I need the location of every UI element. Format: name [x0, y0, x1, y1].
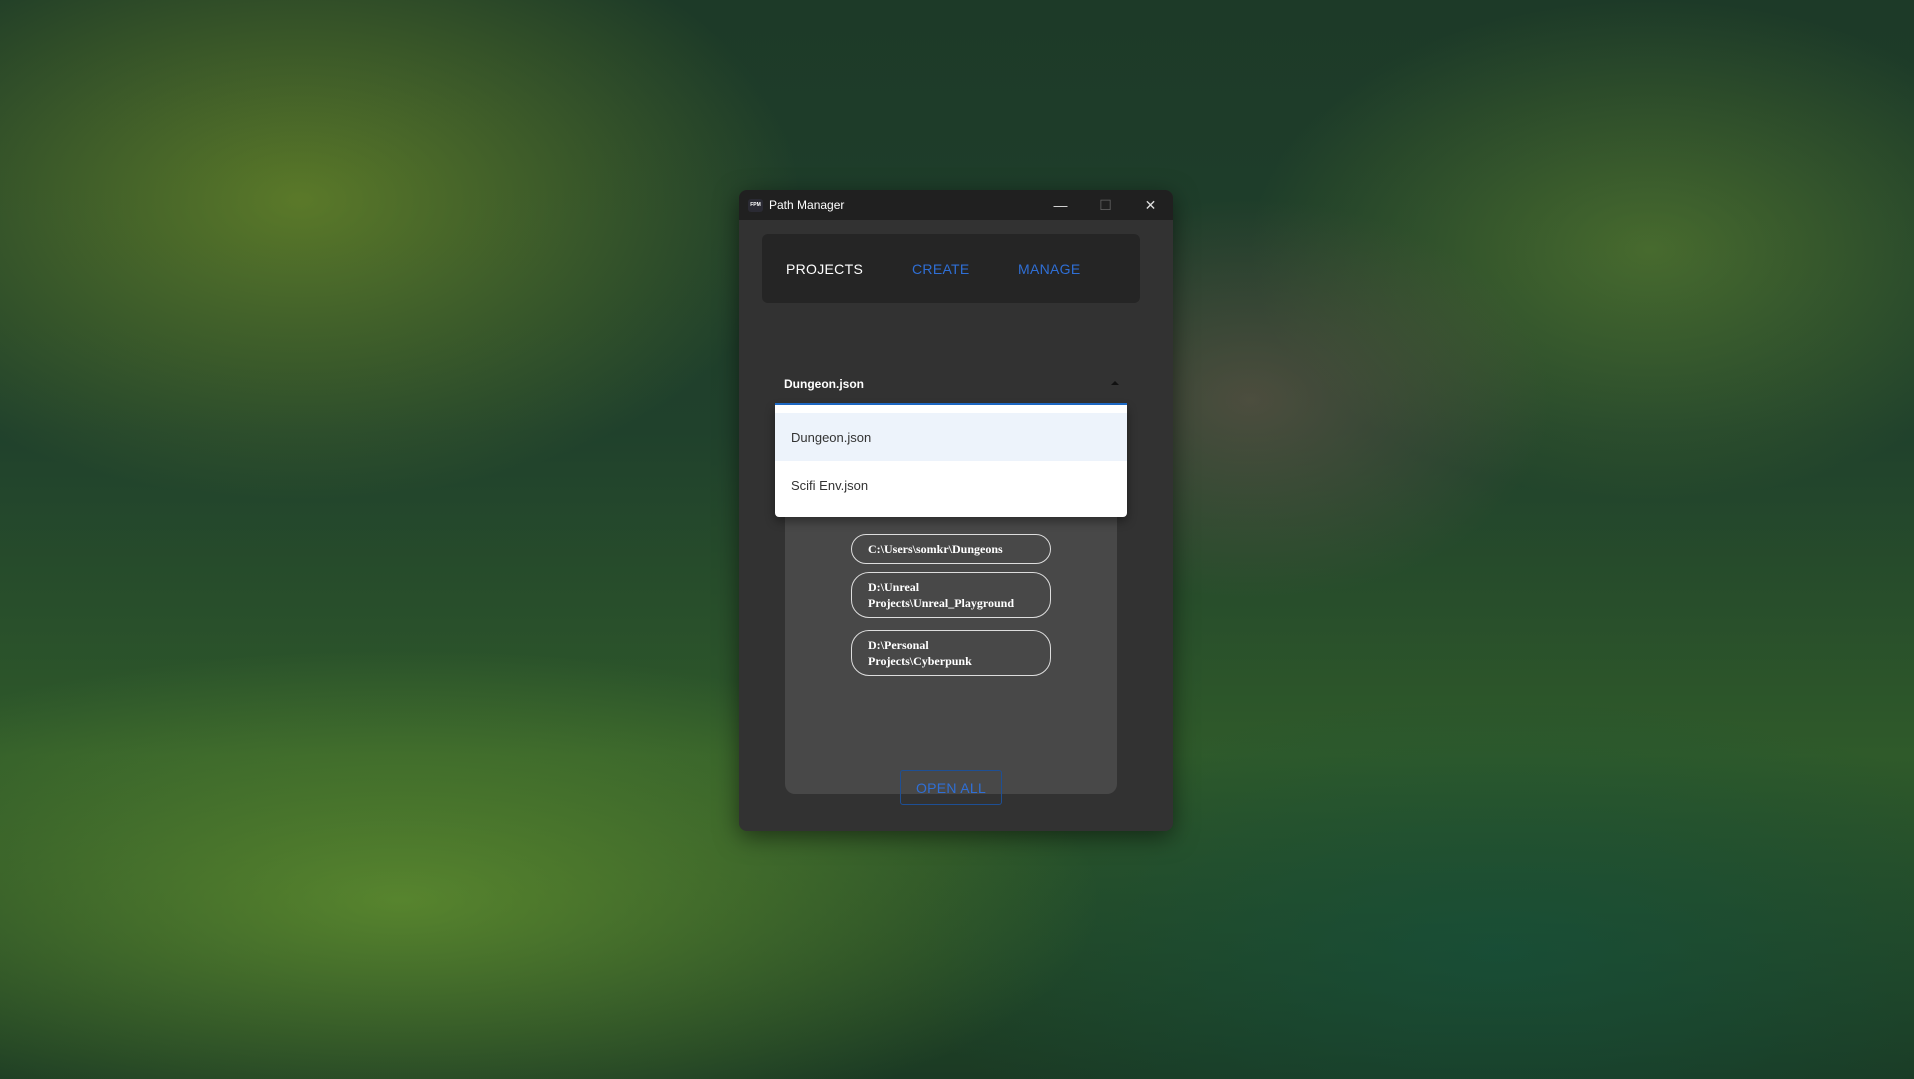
close-button[interactable]: ✕ [1128, 190, 1173, 220]
nav-bar: PROJECTS CREATE MANAGE [762, 234, 1140, 303]
app-icon: FPM [748, 198, 763, 212]
tab-create[interactable]: CREATE [912, 261, 970, 277]
project-select[interactable]: Dungeon.json [775, 368, 1127, 405]
path-button[interactable]: D:\Personal Projects\Cyberpunk [851, 630, 1051, 676]
path-button[interactable]: D:\Unreal Projects\Unreal_Playground [851, 572, 1051, 618]
maximize-button[interactable]: ☐ [1083, 190, 1128, 220]
title-bar[interactable]: FPM Path Manager — ☐ ✕ [739, 190, 1173, 220]
path-button[interactable]: C:\Users\somkr\Dungeons [851, 534, 1051, 564]
project-dropdown-menu: Dungeon.json Scifi Env.json [775, 405, 1127, 517]
caret-up-icon [1111, 381, 1119, 385]
tab-projects[interactable]: PROJECTS [786, 261, 863, 277]
selected-project: Dungeon.json [784, 377, 864, 391]
open-all-button[interactable]: OPEN ALL [900, 770, 1002, 805]
menu-item-scifi-env[interactable]: Scifi Env.json [775, 461, 1127, 509]
menu-item-dungeon[interactable]: Dungeon.json [775, 413, 1127, 461]
window-title: Path Manager [769, 198, 845, 212]
tab-manage[interactable]: MANAGE [1018, 261, 1080, 277]
path-manager-window: FPM Path Manager — ☐ ✕ PROJECTS CREATE M… [739, 190, 1173, 831]
minimize-button[interactable]: — [1038, 190, 1083, 220]
